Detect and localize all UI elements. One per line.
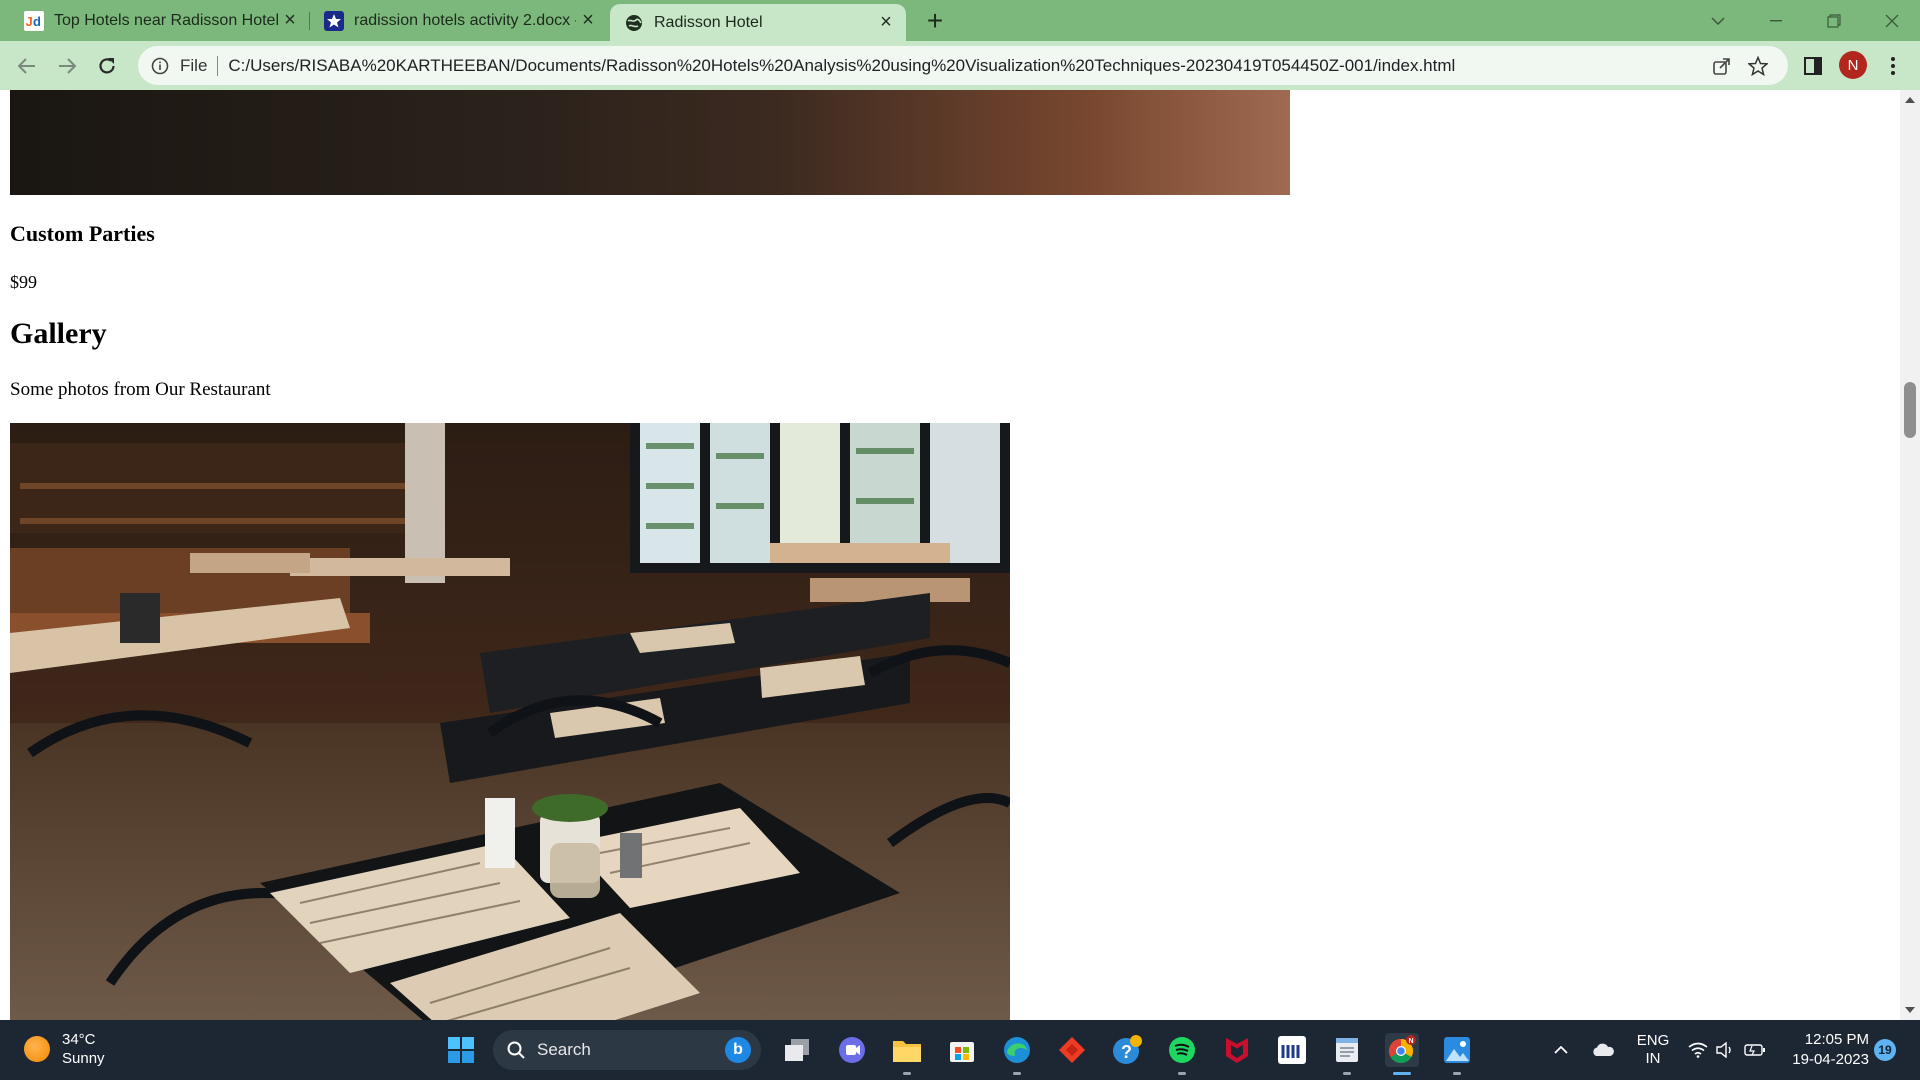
kebab-menu-icon[interactable] (1876, 49, 1910, 83)
task-view-icon[interactable] (780, 1033, 814, 1067)
share-icon[interactable] (1708, 52, 1736, 80)
globe-icon (624, 13, 644, 33)
item-title: Custom Parties (10, 221, 155, 246)
get-help-icon[interactable]: ? (1110, 1033, 1144, 1067)
scroll-down-icon[interactable] (1900, 1002, 1920, 1018)
star-doc-icon (324, 10, 344, 31)
scroll-up-icon[interactable] (1900, 92, 1920, 108)
mcafee-icon[interactable] (1220, 1033, 1254, 1067)
item-price: $99 (10, 272, 37, 292)
teams-chat-icon[interactable] (835, 1033, 869, 1067)
gallery-intro: Some photos from Our Restaurant (10, 379, 271, 400)
close-icon[interactable]: × (278, 9, 302, 33)
svg-text:?: ? (1121, 1042, 1132, 1062)
tab-docx[interactable]: radission hotels activity 2.docx - × (310, 0, 608, 41)
tab-search-chevron-icon[interactable] (1692, 0, 1744, 41)
taskbar: 34°C Sunny Search b ? N ENG IN 12:05 PM … (0, 1020, 1920, 1080)
svg-text:J: J (26, 14, 33, 29)
profile-avatar[interactable]: N (1839, 51, 1867, 79)
minimize-button[interactable] (1750, 0, 1802, 41)
previous-photo (10, 90, 1290, 195)
active-indicator (1393, 1072, 1411, 1075)
running-indicator (1178, 1072, 1186, 1075)
forward-button[interactable] (50, 49, 84, 83)
back-button[interactable] (10, 49, 44, 83)
search-icon (505, 1039, 527, 1061)
close-icon[interactable]: × (576, 9, 600, 33)
page-scrollbar[interactable] (1900, 90, 1920, 1020)
tab-title: Top Hotels near Radisson Hotel-I (54, 11, 278, 29)
chrome-icon[interactable]: N (1385, 1033, 1419, 1067)
battery-icon[interactable] (1740, 1020, 1770, 1080)
wifi-icon[interactable] (1684, 1020, 1712, 1080)
notepad-icon[interactable] (1330, 1033, 1364, 1067)
page-viewport: Custom Parties $99 Gallery Some photos f… (0, 90, 1900, 1020)
reload-button[interactable] (90, 49, 124, 83)
restore-button[interactable] (1808, 0, 1860, 41)
gallery-heading: Gallery (10, 317, 107, 350)
anydesk-icon[interactable] (1055, 1033, 1089, 1067)
weather-condition: Sunny (62, 1050, 105, 1067)
tab-title: Radisson Hotel (654, 13, 763, 31)
search-placeholder: Search (537, 1040, 591, 1059)
running-indicator (903, 1072, 911, 1075)
tab-radisson[interactable]: Radisson Hotel × (610, 4, 906, 41)
url-text[interactable]: C:/Users/RISABA%20KARTHEEBAN/Documents/R… (228, 56, 1455, 76)
bookmark-star-icon[interactable] (1744, 52, 1772, 80)
info-icon[interactable] (150, 56, 170, 76)
volume-icon[interactable] (1712, 1020, 1738, 1080)
side-panel-icon[interactable] (1796, 49, 1830, 83)
clock-date: 19-04-2023 (1792, 1051, 1869, 1068)
browser-toolbar: File C:/Users/RISABA%20KARTHEEBAN/Docume… (0, 41, 1920, 90)
onedrive-cloud-icon[interactable] (1586, 1020, 1620, 1080)
divider (217, 55, 219, 76)
restaurant-photo (10, 423, 1010, 1020)
svg-text:d: d (33, 14, 41, 29)
photos-icon[interactable] (1440, 1033, 1474, 1067)
running-indicator (1013, 1072, 1021, 1075)
running-indicator (1453, 1072, 1461, 1075)
scrollbar-thumb[interactable] (1904, 382, 1916, 438)
weather-widget[interactable]: 34°C Sunny (24, 1030, 105, 1068)
taskbar-search[interactable]: Search b (493, 1030, 761, 1070)
chrome-profile-badge: N (1409, 1038, 1414, 1045)
tray-overflow-chevron-icon[interactable] (1546, 1020, 1576, 1080)
window-close-button[interactable] (1866, 0, 1918, 41)
spotify-icon[interactable] (1165, 1033, 1199, 1067)
file-explorer-icon[interactable] (890, 1033, 924, 1067)
address-bar[interactable]: File C:/Users/RISABA%20KARTHEEBAN/Docume… (138, 46, 1788, 85)
miro-icon[interactable] (1275, 1033, 1309, 1067)
clock-time: 12:05 PM (1804, 1031, 1869, 1048)
language-indicator[interactable]: ENG IN (1628, 1020, 1678, 1080)
language-line1: ENG (1636, 1032, 1670, 1049)
start-windows-icon[interactable] (444, 1033, 478, 1067)
weather-temp: 34°C (62, 1031, 96, 1048)
close-icon[interactable]: × (874, 11, 898, 35)
notification-badge[interactable]: 19 (1874, 1039, 1896, 1061)
tab-justdial[interactable]: Jd Top Hotels near Radisson Hotel-I × (10, 0, 310, 41)
justdial-icon: Jd (24, 10, 44, 31)
scheme-label: File (180, 55, 208, 75)
microsoft-store-icon[interactable] (945, 1033, 979, 1067)
system-clock[interactable]: 12:05 PM 19-04-2023 (1773, 1030, 1869, 1070)
tab-title: radission hotels activity 2.docx - (354, 11, 576, 29)
language-line2: IN (1645, 1050, 1661, 1067)
tab-strip: Jd Top Hotels near Radisson Hotel-I × ra… (0, 0, 1920, 41)
bing-icon[interactable]: b (725, 1037, 751, 1063)
edge-icon[interactable] (1000, 1033, 1034, 1067)
sun-icon (24, 1036, 50, 1062)
running-indicator (1343, 1072, 1351, 1075)
new-tab-button[interactable]: + (920, 5, 950, 36)
